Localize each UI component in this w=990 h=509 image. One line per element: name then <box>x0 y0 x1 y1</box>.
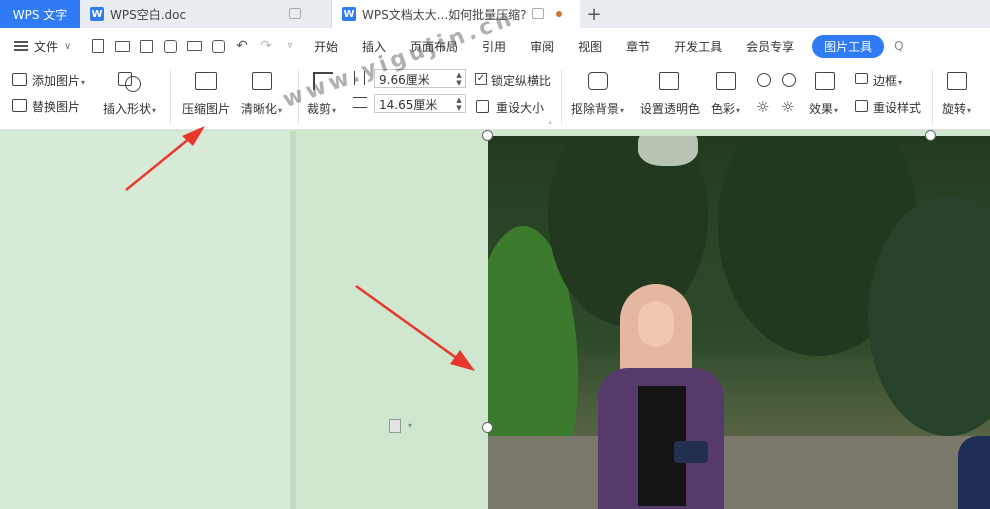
tab-view[interactable]: 视图 <box>566 38 614 55</box>
open-folder-icon[interactable] <box>110 34 134 58</box>
second-person <box>958 436 990 509</box>
transparent-color-icon <box>659 72 679 90</box>
wps-writer-window: WPS 文字 W WPS空白.doc W WPS文档太大...如何批量压缩? +… <box>0 0 990 509</box>
replace-picture-icon <box>12 99 27 112</box>
window-mode-icon[interactable] <box>532 8 544 19</box>
brightness-decrease-icon[interactable]: ☼ <box>781 98 794 116</box>
wps-doc-icon: W <box>90 7 104 21</box>
file-menu-label: 文件 <box>34 39 59 54</box>
color-button[interactable]: 色彩▾ <box>711 100 740 117</box>
window-mode-icon[interactable] <box>289 8 301 19</box>
search-button[interactable]: Q <box>894 39 903 53</box>
remove-background-button[interactable]: 抠除背景▾ <box>571 100 624 117</box>
add-picture-button[interactable]: 添加图片▾ <box>32 72 85 89</box>
resize-handle-middle-left[interactable] <box>482 422 493 433</box>
tab-section[interactable]: 章节 <box>614 38 662 55</box>
lock-ratio-label: 锁定纵横比 <box>491 74 552 88</box>
remove-background-icon <box>588 72 608 90</box>
phone <box>674 441 708 463</box>
new-doc-icon[interactable] <box>86 34 110 58</box>
effects-icon <box>815 72 835 90</box>
sky-gap <box>638 136 698 166</box>
document-page-margin <box>0 131 290 509</box>
new-tab-button[interactable]: + <box>580 0 608 28</box>
contrast-decrease-icon[interactable] <box>782 73 796 87</box>
reset-size-button[interactable]: 重设大小 <box>496 99 544 116</box>
hamburger-icon <box>14 41 28 51</box>
print-preview-icon[interactable] <box>206 34 230 58</box>
tab-developer[interactable]: 开发工具 <box>662 38 734 55</box>
height-stepper-icon[interactable]: ▲▼ <box>455 71 463 87</box>
save-icon[interactable] <box>134 34 158 58</box>
person-face <box>638 301 674 347</box>
shape-circle-icon <box>125 76 141 92</box>
app-tab-wps[interactable]: WPS 文字 <box>0 0 80 28</box>
brightness-increase-icon[interactable]: ☼ <box>756 98 769 116</box>
ribbon-divider <box>561 70 562 124</box>
set-transparent-button[interactable]: 设置透明色 <box>640 100 700 117</box>
doc-tab-label: WPS空白.doc <box>110 7 187 22</box>
export-pdf-icon[interactable] <box>158 34 182 58</box>
tab-member[interactable]: 会员专享 <box>734 38 806 55</box>
customize-dropdown-icon[interactable]: ▿ <box>278 34 302 58</box>
search-icon: Q <box>894 39 904 53</box>
reset-style-button[interactable]: 重设样式 <box>873 99 921 116</box>
doc-tab-active[interactable]: W WPS文档太大...如何批量压缩? <box>332 0 580 28</box>
resize-handle-top-left[interactable] <box>482 130 493 141</box>
grass <box>488 436 990 509</box>
unsaved-dot-icon <box>556 11 562 17</box>
file-menu-button[interactable]: 文件 ∨ <box>0 38 86 55</box>
selected-picture[interactable] <box>488 136 990 509</box>
border-button[interactable]: 边框▾ <box>873 72 902 89</box>
insert-shape-button[interactable]: 插入形状▾ <box>103 100 156 117</box>
replace-picture-button[interactable]: 替换图片 <box>32 98 80 115</box>
redo-icon[interactable]: ↷ <box>254 34 278 58</box>
width-input[interactable]: 14.65厘米 ▲▼ <box>374 94 466 113</box>
add-picture-icon <box>12 73 27 86</box>
doc-tab-blank[interactable]: W WPS空白.doc <box>80 0 332 28</box>
reset-style-icon <box>855 100 868 112</box>
print-icon[interactable] <box>182 34 206 58</box>
compress-picture-icon <box>195 72 217 90</box>
resize-handle-top-center[interactable] <box>925 130 936 141</box>
sharpen-icon <box>252 72 272 90</box>
rotate-button[interactable]: 旋转▾ <box>942 100 971 117</box>
tab-home[interactable]: 开始 <box>302 38 350 55</box>
document-page[interactable] <box>296 131 488 509</box>
width-stepper-icon[interactable]: ▲▼ <box>455 96 463 112</box>
ribbon-divider <box>932 70 933 124</box>
picture-tools-ribbon: 添加图片▾ 替换图片 插入形状▾ 压缩图片 清晰化▾ 裁剪▾ 9.66厘米 ▲▼ … <box>0 64 990 130</box>
rotate-icon <box>947 72 967 90</box>
compress-picture-button[interactable]: 压缩图片 <box>182 100 230 117</box>
contrast-increase-icon[interactable] <box>757 73 771 87</box>
tab-review[interactable]: 审阅 <box>518 38 566 55</box>
tab-picture-tools[interactable]: 图片工具 <box>812 34 885 58</box>
reset-size-icon <box>476 100 489 113</box>
width-icon <box>353 97 367 108</box>
paragraph-options-icon[interactable] <box>389 419 401 433</box>
paragraph-options-caret-icon[interactable]: ▾ <box>408 421 412 430</box>
undo-icon[interactable]: ↶ <box>230 34 254 58</box>
chevron-down-icon: ∨ <box>64 40 72 52</box>
border-icon <box>855 73 868 84</box>
size-dialog-launcher-icon[interactable]: ⌟ <box>548 116 552 125</box>
lock-ratio-checkbox[interactable]: ✓ <box>475 73 487 85</box>
wps-doc-icon: W <box>342 7 356 21</box>
ribbon-divider <box>170 70 171 124</box>
color-icon <box>716 72 736 90</box>
effects-button[interactable]: 效果▾ <box>809 100 838 117</box>
sharpen-button[interactable]: 清晰化▾ <box>241 100 282 117</box>
